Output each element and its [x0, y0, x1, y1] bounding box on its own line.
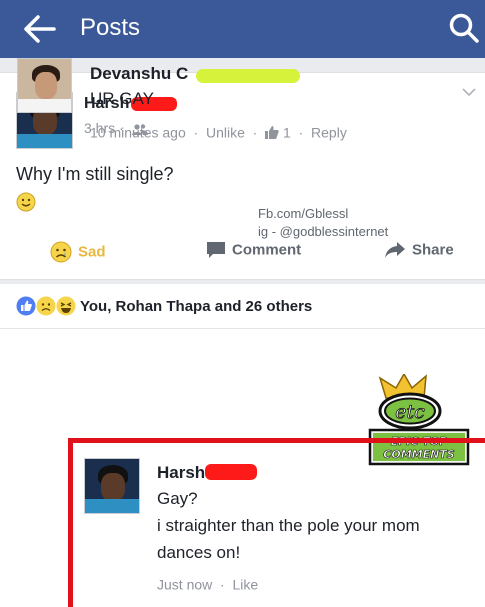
page-title: Posts [80, 14, 141, 41]
share-arrow-icon [385, 242, 405, 259]
like-button[interactable]: Like [232, 576, 258, 592]
watermark-line-1: Fb.com/Gblessl [258, 206, 349, 221]
haha-reaction-icon [56, 296, 76, 316]
comment-text: UR GAY [90, 89, 154, 108]
meta-separator: · [189, 124, 203, 141]
reply-meta: Just now · Like [157, 575, 258, 592]
reactions-summary[interactable]: You, Rohan Thapa and 26 others [16, 296, 312, 316]
sad-reaction-icon [36, 296, 56, 316]
chevron-down-icon[interactable] [462, 87, 476, 97]
post-text: Why I'm still single? [16, 164, 174, 184]
share-label: Share [412, 241, 454, 259]
sad-reaction-button[interactable]: Sad [50, 241, 106, 263]
like-reaction-icon [16, 296, 36, 316]
smile-emoji-icon [16, 192, 36, 212]
back-arrow-icon[interactable] [22, 14, 56, 44]
comment-bubble-icon [207, 242, 225, 259]
redaction-highlight [196, 69, 300, 83]
meta-separator: · [216, 576, 229, 593]
reply-text-line-1: Gay? [157, 489, 198, 508]
post-action-bar: Sad Comment Share [0, 233, 485, 269]
comment-author-name[interactable]: Devanshu C [90, 64, 188, 84]
reply-author-avatar[interactable] [84, 458, 140, 514]
post-card: Harsh 3 hrs · Why I'm still single? Fb.c… [0, 72, 485, 280]
reactions-summary-text: You, Rohan Thapa and 26 others [80, 297, 313, 315]
search-icon[interactable] [448, 12, 480, 44]
share-button[interactable]: Share [384, 241, 454, 259]
reply-text-line-2: i straighter than the pole your mom [157, 516, 420, 535]
meta-separator: · [248, 124, 262, 141]
reply-author-name[interactable]: Harsh [157, 463, 205, 483]
reply-button[interactable]: Reply [311, 124, 347, 140]
sad-label: Sad [78, 243, 106, 261]
badge-logo-text: etc [395, 401, 425, 423]
comment-meta: 10 minutes ago · Unlike · 1 · Reply [90, 123, 347, 140]
unlike-button[interactable]: Unlike [206, 124, 245, 140]
reply-time: Just now [157, 576, 213, 593]
divider [0, 328, 485, 329]
top-app-bar: Posts [0, 0, 485, 58]
commenter-avatar[interactable] [17, 58, 72, 113]
thumbs-up-icon [265, 125, 279, 139]
sad-emoji-icon [50, 241, 72, 263]
redaction-mark [205, 464, 257, 480]
like-count[interactable]: 1 [283, 124, 291, 140]
comment-time: 10 minutes ago [90, 124, 186, 141]
comment-label: Comment [232, 241, 302, 259]
comment-button[interactable]: Comment [206, 241, 301, 259]
reply-text-line-3: dances on! [157, 543, 241, 562]
meta-separator: · [294, 124, 308, 141]
